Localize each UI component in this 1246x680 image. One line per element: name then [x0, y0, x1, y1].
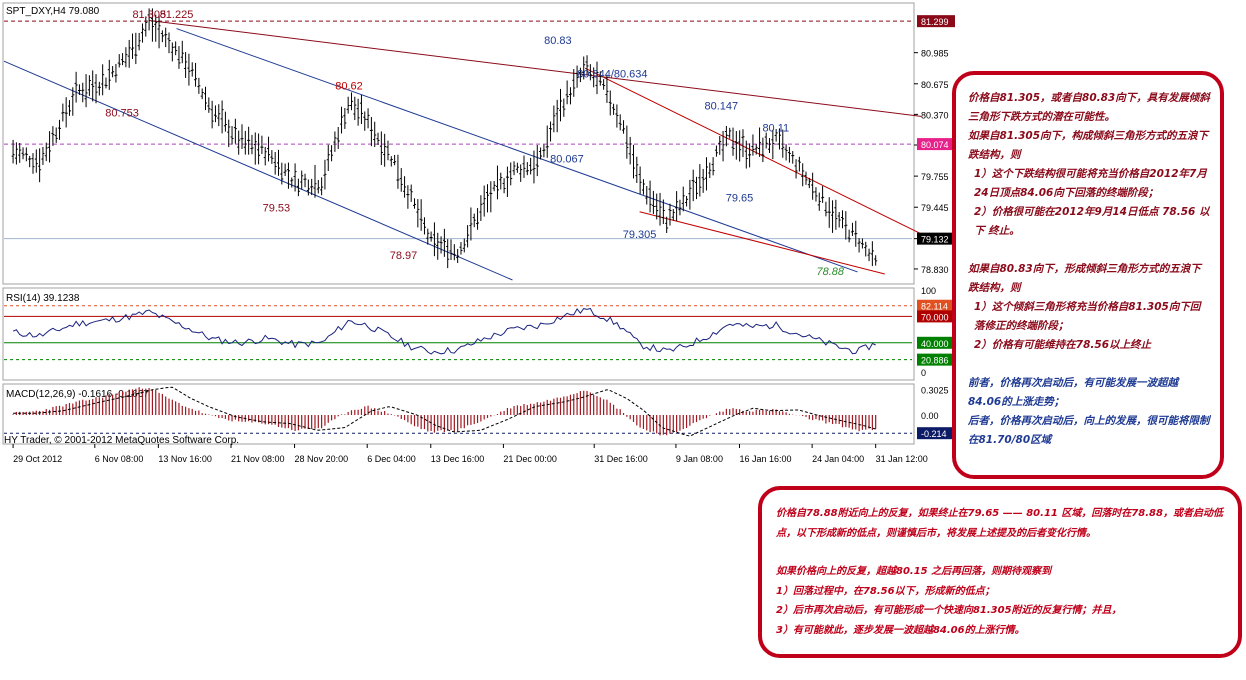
note1-line: 1）这个下跌结构很可能将充当价格自2012年7月24日顶点84.06向下回落的终… [974, 168, 1207, 199]
time-axis-label: 13 Dec 16:00 [431, 454, 485, 464]
rsi-panel[interactable] [2, 287, 915, 381]
price-annotation: 80.147 [704, 100, 738, 112]
note1-gap [968, 355, 1210, 374]
price-annotation: 80.067 [550, 154, 584, 166]
macd-tag-label: -0.214 [921, 429, 947, 439]
price-tag-label: 80.074 [921, 140, 949, 150]
note2-line: 3）有可能就此，逐步发展一波超越84.06的上涨行情。 [776, 624, 1025, 636]
macd-axis-label: 0.00 [921, 411, 939, 421]
note1-line: 2）价格有可能维持在78.56以上终止 [974, 339, 1152, 351]
price-axis-label: 80.675 [921, 80, 949, 90]
analysis-note-primary: 价格自81.305，或者自80.83向下，具有发展倾斜三角形下跌方式的潜在可能性… [952, 71, 1224, 479]
time-axis-label: 31 Dec 16:00 [594, 454, 648, 464]
note1-gap [968, 241, 1210, 260]
symbol-label: SPT_DXY,H4 79.080 [6, 6, 100, 17]
rsi-tag-label: 70.000 [921, 312, 949, 322]
note1-line: 如果自80.83向下，形成倾斜三角形方式的五浪下跌结构，则 [968, 263, 1201, 294]
note1-line: 如果自81.305向下，构成倾斜三角形方式的五浪下跌结构，则 [968, 130, 1209, 161]
time-axis-label: 6 Nov 08:00 [95, 454, 144, 464]
note1-blue-line: 后者，价格再次启动后，向上的发展，很可能将限制在81.70/80区域 [968, 415, 1210, 446]
price-axis-label: 79.445 [921, 203, 949, 213]
note1-blue-line: 前者，价格再次启动后，有可能发展一波超越84.06的上涨走势； [968, 377, 1178, 408]
rsi-tag-label: 40.000 [921, 339, 949, 349]
note2-line: 价格自78.88附近向上的反复，如果终止在79.65 —— 80.11 区域，回… [776, 508, 1223, 539]
time-axis-label: 16 Jan 16:00 [739, 454, 791, 464]
price-annotation: 79.53 [263, 203, 291, 215]
time-axis-label: 29 Oct 2012 [13, 454, 62, 464]
price-annotation: 80.62 [335, 80, 363, 92]
note2-line: 2）后市再次启动后，有可能形成一个快速向81.305附近的反复行情；并且， [776, 605, 1122, 616]
macd-label: MACD(12,26,9) -0.1616 -0.1667 [6, 389, 149, 400]
price-annotation: 78.88 [817, 266, 845, 278]
time-axis-label: 9 Jan 08:00 [676, 454, 723, 464]
copyright-label: HY Trader, © 2001-2012 MetaQuotes Softwa… [4, 435, 239, 446]
price-axis-label: 78.830 [921, 265, 949, 275]
forex-chart[interactable]: SPT_DXY,H4 79.080 RSI(14) 39.1238 MACD(1… [0, 0, 960, 480]
price-annotation: 78.97 [390, 250, 418, 262]
rsi-tag-label: 20.886 [921, 356, 949, 366]
rsi-tag-label: 82.114 [921, 302, 948, 312]
note2-gap [776, 543, 1228, 562]
price-axis-label: 79.755 [921, 172, 949, 182]
rsi-label: RSI(14) 39.1238 [6, 293, 80, 304]
note1-line: 1）这个倾斜三角形将充当价格自81.305向下回落修正的终端阶段； [974, 301, 1201, 332]
time-axis-label: 28 Nov 20:00 [295, 454, 349, 464]
price-annotation: 80.753 [105, 107, 139, 119]
price-annotation: 81.225 [160, 9, 194, 21]
price-annotation: 79.65 [726, 193, 754, 205]
note2-line: 1）回落过程中，在78.56以下，形成新的低点； [776, 585, 995, 597]
time-axis-label: 13 Nov 16:00 [158, 454, 212, 464]
price-axis-label: 80.985 [921, 49, 949, 59]
time-axis-label: 31 Jan 12:00 [876, 454, 928, 464]
price-tag-label: 79.132 [921, 235, 949, 245]
price-annotation: 80.644/80.634 [577, 68, 647, 80]
price-axis-label: 80.370 [921, 110, 949, 120]
macd-axis-label: 0.3025 [921, 385, 949, 395]
note1-line: 2）价格很可能在2012年9月14日低点 78.56 以下 终止。 [974, 206, 1210, 237]
rsi-axis-label: 100 [921, 286, 936, 296]
price-annotation: 80.83 [544, 35, 572, 47]
analysis-note-secondary: 价格自78.88附近向上的反复，如果终止在79.65 —— 80.11 区域，回… [758, 486, 1242, 658]
price-tag-label: 81.299 [921, 17, 949, 27]
rsi-axis-label: 0 [921, 368, 926, 378]
note2-line: 如果价格向上的反复，超越80.15 之后再回落，则期待观察到 [776, 566, 1052, 577]
time-axis-label: 21 Dec 00:00 [503, 454, 557, 464]
price-annotation: 80.11 [762, 122, 789, 134]
time-axis-label: 6 Dec 04:00 [367, 454, 416, 464]
time-axis-label: 21 Nov 08:00 [231, 454, 285, 464]
note1-line: 价格自81.305，或者自80.83向下，具有发展倾斜三角形下跌方式的潜在可能性… [968, 92, 1210, 123]
time-axis-label: 24 Jan 04:00 [812, 454, 864, 464]
price-annotation: 79.305 [623, 229, 657, 241]
